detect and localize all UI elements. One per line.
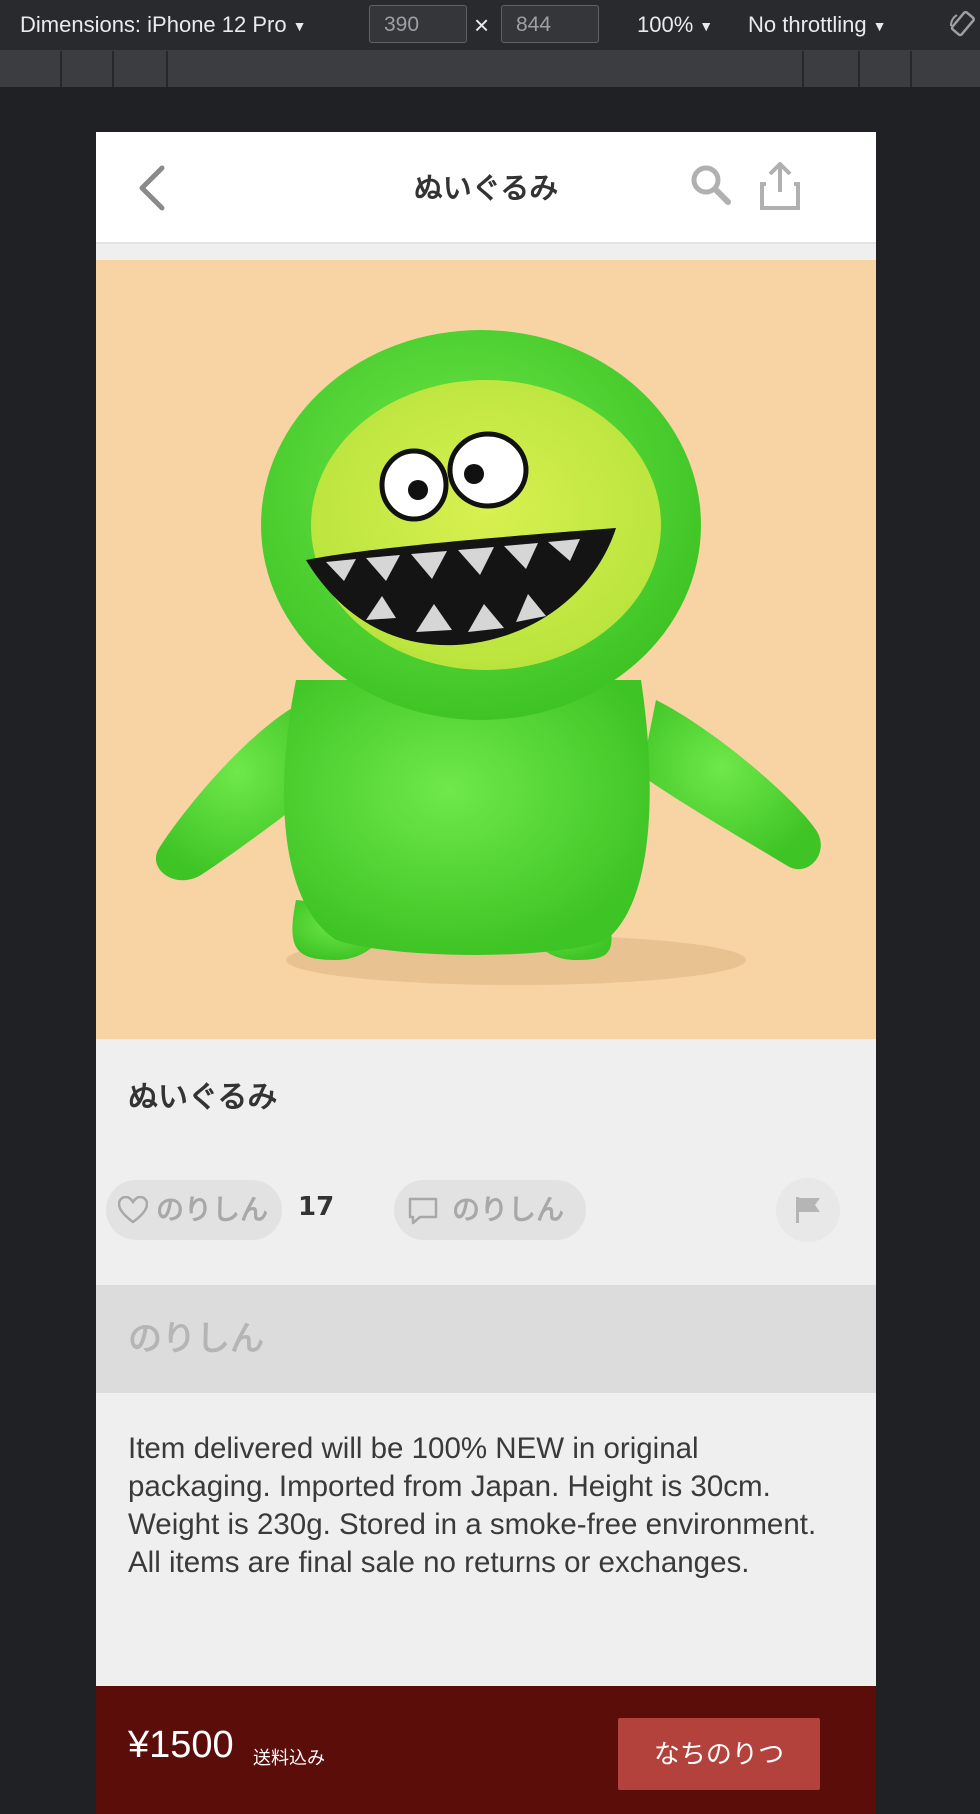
flag-icon: [796, 1197, 820, 1223]
device-selector[interactable]: Dimensions: iPhone 12 Pro ▼: [20, 0, 306, 50]
product-photo[interactable]: [96, 260, 876, 1039]
heart-icon: [118, 1196, 148, 1224]
devtools-toolbar: Dimensions: iPhone 12 Pro ▼ 390 × 844 100…: [0, 0, 980, 51]
ruler-segment[interactable]: [168, 51, 804, 87]
device-label: Dimensions: iPhone 12 Pro: [20, 12, 287, 37]
width-input[interactable]: 390: [369, 5, 467, 43]
like-count: 17: [298, 1192, 335, 1222]
times-sign: ×: [474, 10, 490, 40]
media-query-ruler: [0, 51, 980, 87]
item-description: Item delivered will be 100% NEW in origi…: [128, 1432, 817, 1579]
chevron-down-icon: ▼: [699, 18, 714, 35]
throttling-label: No throttling: [748, 12, 867, 37]
chevron-down-icon: ▼: [872, 18, 887, 35]
ruler-segment[interactable]: [114, 51, 168, 87]
report-button[interactable]: [776, 1178, 840, 1242]
comment-button[interactable]: のりしん: [394, 1180, 586, 1240]
zoom-label: 100%: [637, 12, 694, 37]
buy-button[interactable]: なちのりつ: [618, 1718, 820, 1790]
ruler-segment[interactable]: [0, 51, 62, 87]
zoom-selector[interactable]: 100% ▼: [637, 0, 713, 50]
rotate-icon[interactable]: [948, 10, 978, 40]
phone-viewport: ぬいぐるみ ぬいぐるみ のりしん 17 のりしん のりしん Item deliv…: [96, 132, 876, 1814]
like-user: のりしん: [156, 1193, 269, 1226]
height-input[interactable]: 844: [501, 5, 599, 43]
price: ¥1500: [128, 1724, 234, 1766]
throttling-selector[interactable]: No throttling ▼: [748, 0, 886, 50]
ruler-segment[interactable]: [62, 51, 114, 87]
plush-toy-image: [155, 330, 821, 985]
seller-name: のりしん: [128, 1319, 264, 1359]
item-name: ぬいぐるみ: [128, 1080, 278, 1115]
app-header: ぬいぐるみ: [96, 132, 876, 244]
comment-user: のりしん: [452, 1193, 565, 1226]
purchase-footer: ¥1500 送料込み なちのりつ: [96, 1686, 876, 1814]
shipping-note: 送料込み: [253, 1748, 325, 1769]
ruler-segment[interactable]: [804, 51, 860, 87]
like-button[interactable]: のりしん: [106, 1180, 282, 1240]
share-icon[interactable]: [758, 160, 802, 212]
chevron-down-icon: ▼: [292, 18, 307, 35]
seller-bar[interactable]: のりしん: [96, 1285, 876, 1393]
search-icon[interactable]: [688, 162, 734, 208]
comment-icon: [408, 1197, 438, 1225]
ruler-segment[interactable]: [860, 51, 912, 87]
